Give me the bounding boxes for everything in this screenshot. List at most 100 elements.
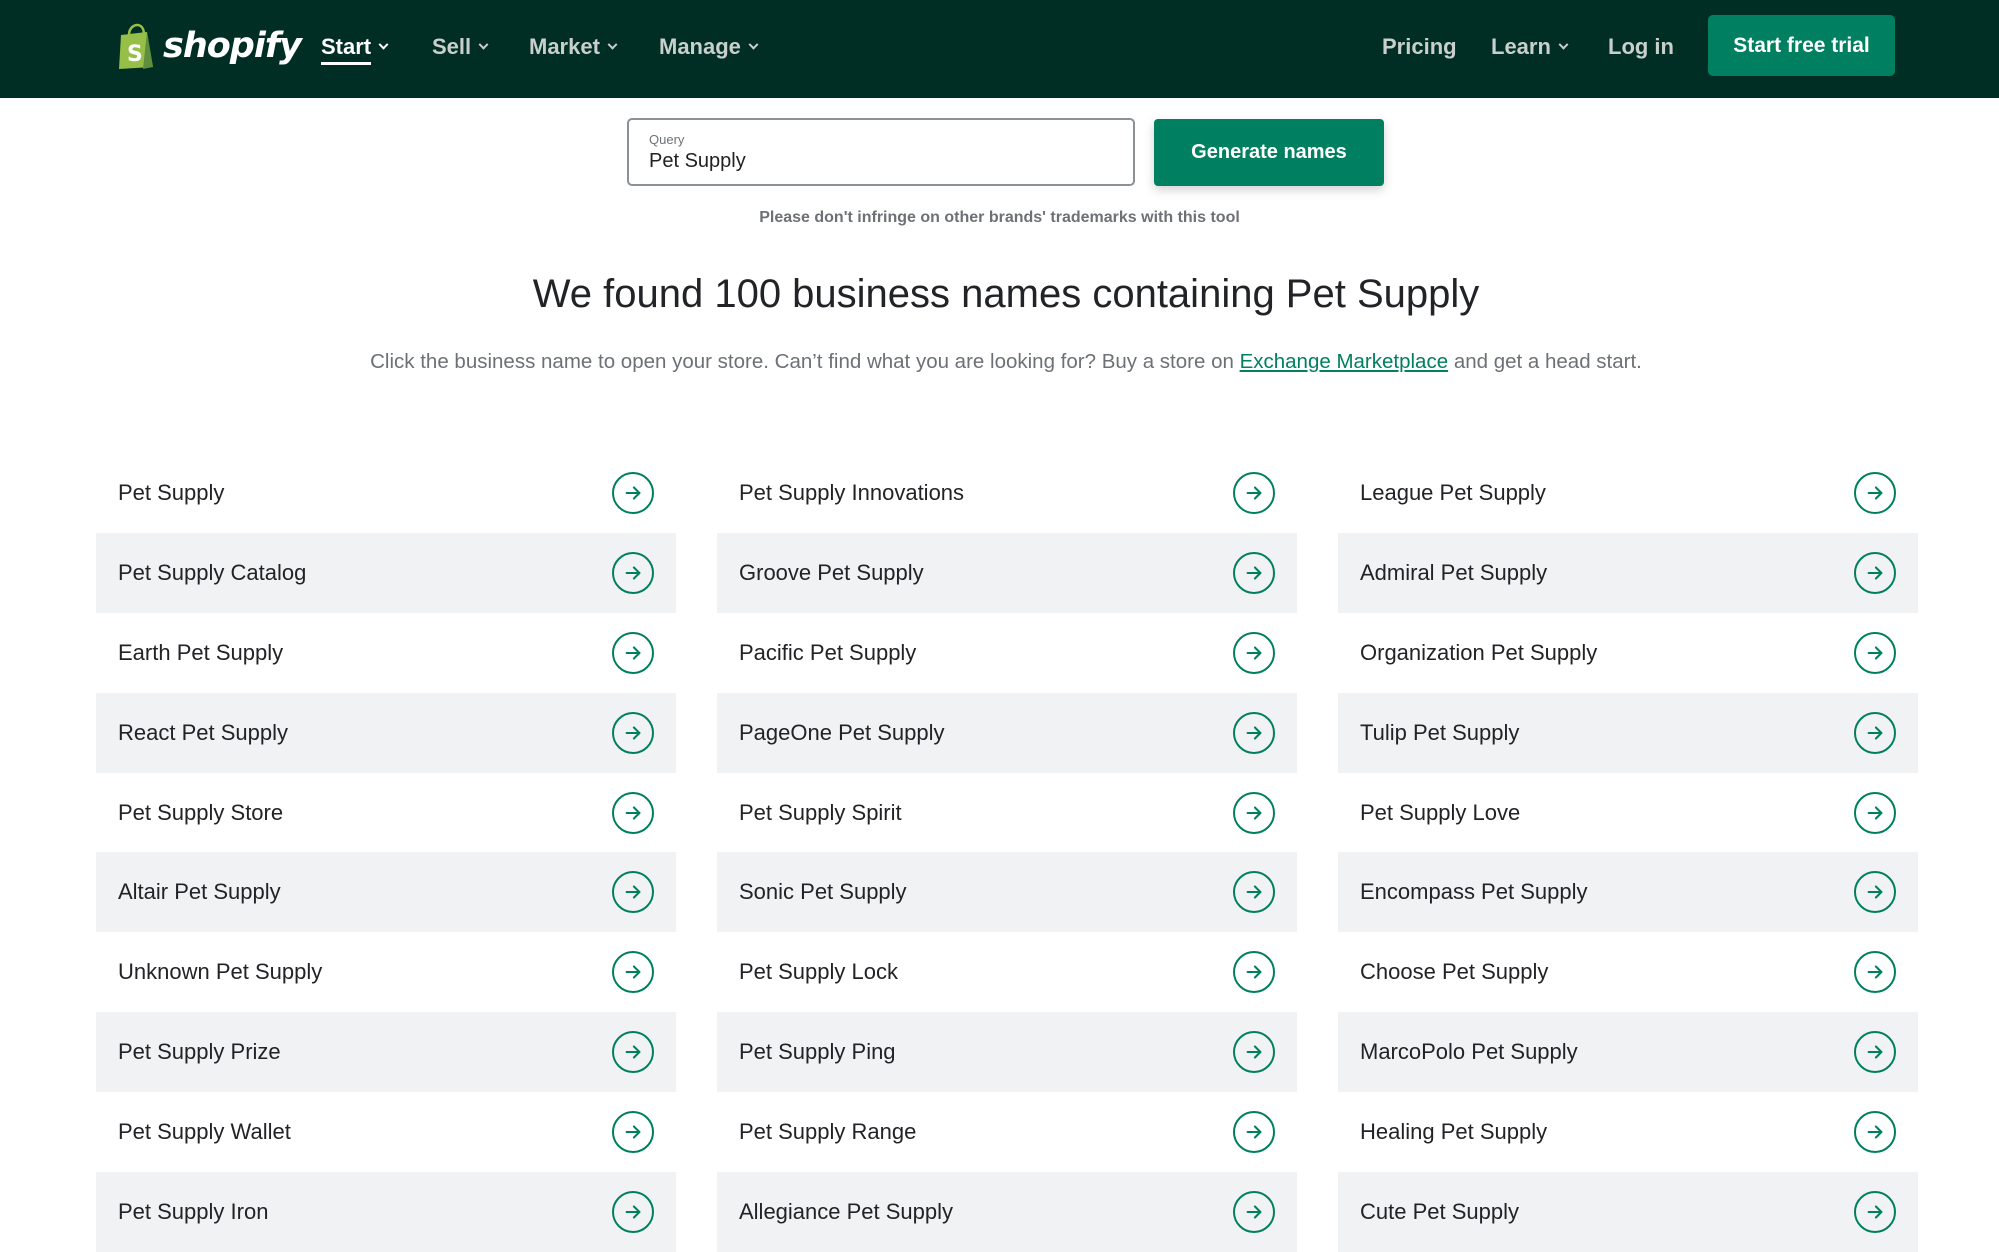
business-name-row[interactable]: Pet Supply Store	[96, 773, 676, 853]
business-name-row[interactable]: Encompass Pet Supply	[1338, 852, 1918, 933]
business-name-row[interactable]: Pet Supply Spirit	[717, 773, 1297, 853]
arrow-right-circle-icon[interactable]	[1854, 631, 1896, 674]
business-name-row[interactable]: Pet Supply Prize	[96, 1012, 676, 1093]
nav-pricing[interactable]: Pricing	[1382, 30, 1457, 64]
arrow-right-circle-icon[interactable]	[1233, 951, 1275, 994]
arrow-right-circle-icon[interactable]	[1233, 1111, 1275, 1154]
arrow-right-circle-icon[interactable]	[1854, 1031, 1896, 1074]
business-name: Pet Supply Spirit	[739, 799, 902, 825]
arrow-right-circle-icon[interactable]	[612, 471, 654, 514]
arrow-right-circle-icon[interactable]	[612, 551, 654, 594]
trademark-disclaimer: Please don't infringe on other brands' t…	[759, 209, 1240, 226]
arrow-right-circle-icon[interactable]	[1854, 791, 1896, 834]
nav-sell[interactable]: Sell	[432, 30, 489, 64]
business-name-row[interactable]: Allegiance Pet Supply	[717, 1172, 1297, 1252]
business-name-row[interactable]: React Pet Supply	[96, 692, 676, 773]
business-name: Pacific Pet Supply	[739, 639, 917, 665]
business-name-row[interactable]: Groove Pet Supply	[717, 532, 1297, 613]
business-name: React Pet Supply	[118, 719, 288, 745]
business-name: Encompass Pet Supply	[1360, 879, 1588, 905]
arrow-right-circle-icon[interactable]	[1854, 551, 1896, 594]
business-name-row[interactable]: Pet Supply Catalog	[96, 532, 676, 613]
shopify-logo[interactable]: S shopify	[117, 20, 302, 72]
chevron-down-icon	[378, 39, 389, 50]
chevron-down-icon	[607, 39, 618, 50]
arrow-right-circle-icon[interactable]	[612, 1190, 654, 1233]
arrow-right-circle-icon[interactable]	[612, 791, 654, 834]
nav-start[interactable]: Start	[321, 30, 389, 65]
business-name-row[interactable]: Pet Supply Iron	[96, 1172, 676, 1252]
nav-market-label: Market	[529, 34, 600, 59]
business-name: Pet Supply Ping	[739, 1039, 896, 1065]
nav-market[interactable]: Market	[529, 30, 618, 64]
results-heading: We found 100 business names containing P…	[532, 272, 1480, 316]
business-name-row[interactable]: Altair Pet Supply	[96, 852, 676, 933]
subtitle-text: Click the business name to open your sto…	[370, 350, 1240, 373]
arrow-right-circle-icon[interactable]	[1233, 631, 1275, 674]
start-free-trial-button[interactable]: Start free trial	[1708, 15, 1895, 76]
business-name: Pet Supply Catalog	[118, 559, 307, 585]
business-name-row[interactable]: Earth Pet Supply	[96, 613, 676, 693]
business-name-row[interactable]: Pet Supply Ping	[717, 1012, 1297, 1093]
results-subtitle: Click the business name to open your sto…	[0, 350, 1999, 374]
arrow-right-circle-icon[interactable]	[1233, 791, 1275, 834]
query-field[interactable]: Query	[627, 118, 1135, 186]
business-name: Unknown Pet Supply	[118, 959, 323, 985]
arrow-right-circle-icon[interactable]	[1233, 551, 1275, 594]
arrow-right-circle-icon[interactable]	[1854, 1111, 1896, 1154]
business-name-row[interactable]: Unknown Pet Supply	[96, 932, 676, 1012]
business-name-row[interactable]: Cute Pet Supply	[1338, 1172, 1918, 1252]
top-navigation-bar: S shopify Start Sell Market Manage Prici…	[0, 0, 1999, 98]
business-name-row[interactable]: Pet Supply Love	[1338, 773, 1918, 853]
nav-pricing-label: Pricing	[1382, 34, 1457, 59]
arrow-right-circle-icon[interactable]	[1233, 1190, 1275, 1233]
business-name-row[interactable]: Tulip Pet Supply	[1338, 692, 1918, 773]
business-name: Tulip Pet Supply	[1360, 719, 1520, 745]
arrow-right-circle-icon[interactable]	[1854, 951, 1896, 994]
arrow-right-circle-icon[interactable]	[1233, 711, 1275, 754]
generate-names-button[interactable]: Generate names	[1154, 119, 1384, 186]
nav-login[interactable]: Log in	[1608, 30, 1674, 64]
arrow-right-circle-icon[interactable]	[612, 711, 654, 754]
arrow-right-circle-icon[interactable]	[1233, 471, 1275, 514]
business-name-row[interactable]: MarcoPolo Pet Supply	[1338, 1012, 1918, 1093]
business-name: Pet Supply Lock	[739, 959, 898, 985]
arrow-right-circle-icon[interactable]	[1854, 1190, 1896, 1233]
business-name-row[interactable]: League Pet Supply	[1338, 453, 1918, 533]
arrow-right-circle-icon[interactable]	[1233, 871, 1275, 914]
arrow-right-circle-icon[interactable]	[612, 951, 654, 994]
business-name-row[interactable]: Sonic Pet Supply	[717, 852, 1297, 933]
arrow-right-circle-icon[interactable]	[1233, 1031, 1275, 1074]
business-name-row[interactable]: Healing Pet Supply	[1338, 1092, 1918, 1172]
nav-start-label: Start	[321, 34, 372, 65]
arrow-right-circle-icon[interactable]	[612, 1031, 654, 1074]
business-name: MarcoPolo Pet Supply	[1360, 1039, 1578, 1065]
business-name-row[interactable]: Pet Supply Innovations	[717, 453, 1297, 533]
business-name-row[interactable]: Pet Supply Wallet	[96, 1092, 676, 1172]
arrow-right-circle-icon[interactable]	[1854, 471, 1896, 514]
nav-manage[interactable]: Manage	[659, 30, 759, 64]
arrow-right-circle-icon[interactable]	[612, 1111, 654, 1154]
nav-learn[interactable]: Learn	[1491, 30, 1569, 64]
business-name-row[interactable]: Pacific Pet Supply	[717, 613, 1297, 693]
arrow-right-circle-icon[interactable]	[1854, 871, 1896, 914]
business-name-row[interactable]: Pet Supply Lock	[717, 932, 1297, 1012]
arrow-right-circle-icon[interactable]	[612, 871, 654, 914]
business-name-row[interactable]: Choose Pet Supply	[1338, 932, 1918, 1012]
query-label: Query	[649, 132, 685, 147]
chevron-down-icon	[748, 39, 759, 50]
business-name-results: Pet Supply Pet Supply Catalog Earth Pet Su…	[96, 453, 1918, 1252]
business-name: League Pet Supply	[1360, 479, 1546, 505]
business-name-row[interactable]: Organization Pet Supply	[1338, 613, 1918, 693]
query-input[interactable]	[649, 150, 1109, 173]
exchange-marketplace-link[interactable]: Exchange Marketplace	[1240, 350, 1449, 373]
business-name: Pet Supply Innovations	[739, 479, 965, 505]
business-name-row[interactable]: Pet Supply Range	[717, 1092, 1297, 1172]
business-name-row[interactable]: PageOne Pet Supply	[717, 692, 1297, 773]
arrow-right-circle-icon[interactable]	[1854, 711, 1896, 754]
business-name-row[interactable]: Pet Supply	[96, 453, 676, 533]
svg-text:S: S	[127, 42, 143, 67]
results-column: Pet Supply Pet Supply Catalog Earth Pet Su…	[96, 453, 676, 1252]
business-name-row[interactable]: Admiral Pet Supply	[1338, 532, 1918, 613]
arrow-right-circle-icon[interactable]	[612, 631, 654, 674]
